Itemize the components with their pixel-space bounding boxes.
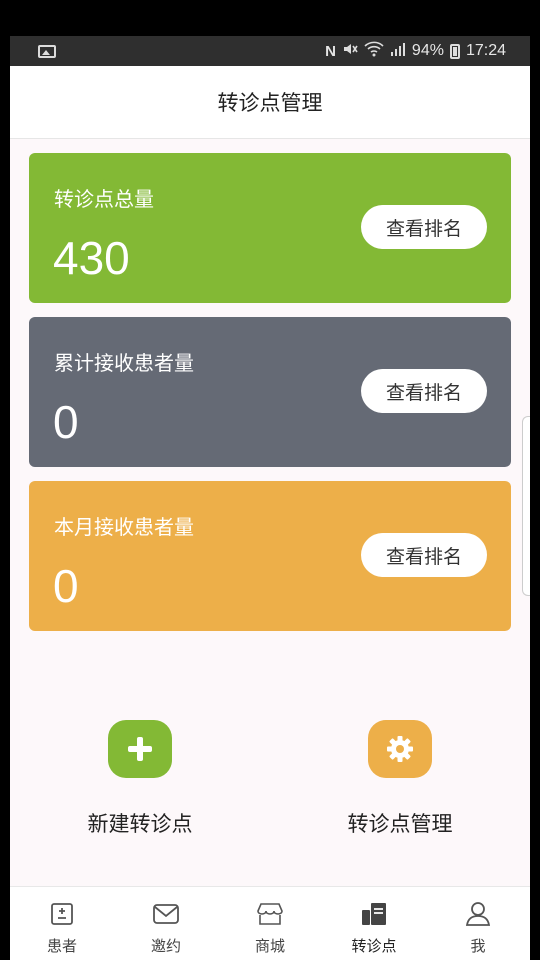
tab-label: 商城 (254, 937, 285, 955)
gear-icon (368, 720, 432, 778)
card-label: 本月接收患者量 (54, 515, 194, 539)
new-referral-point-button[interactable]: 新建转诊点 (40, 720, 240, 838)
manage-referral-points-button[interactable]: 转诊点管理 (300, 720, 500, 838)
card-label: 累计接收患者量 (54, 351, 194, 375)
battery-icon (449, 43, 460, 59)
card-label: 转诊点总量 (54, 187, 154, 211)
edge-panel-handle[interactable] (522, 416, 530, 596)
referral-icon (359, 899, 389, 929)
tab-store[interactable]: 商城 (218, 887, 322, 960)
page-title: 转诊点管理 (217, 91, 323, 115)
tab-label: 转诊点 (351, 937, 397, 955)
card-value: 0 (53, 560, 79, 612)
mail-icon (151, 899, 181, 929)
card-monthly-patients: 本月接收患者量 0 查看排名 (29, 481, 511, 631)
signal-icon (390, 42, 406, 61)
tab-referral-points[interactable]: 转诊点 (322, 887, 426, 960)
view-ranking-button[interactable]: 查看排名 (361, 533, 487, 577)
patient-icon (47, 899, 77, 929)
clock-time: 17:24 (465, 42, 506, 59)
bottom-tab-bar: 患者 邀约 商城 转诊点 我 (10, 886, 530, 960)
action-label: 转诊点管理 (347, 812, 453, 836)
wifi-icon (364, 41, 384, 62)
gallery-notification-icon (38, 44, 56, 58)
tab-patients[interactable]: 患者 (10, 887, 114, 960)
user-icon (463, 899, 493, 929)
tab-me[interactable]: 我 (426, 887, 530, 960)
tab-label: 患者 (46, 937, 77, 955)
view-ranking-button[interactable]: 查看排名 (361, 369, 487, 413)
plus-icon (108, 720, 172, 778)
card-total-points: 转诊点总量 430 查看排名 (29, 153, 511, 303)
action-label: 新建转诊点 (87, 812, 193, 836)
card-total-patients: 累计接收患者量 0 查看排名 (29, 317, 511, 467)
card-value: 0 (53, 396, 79, 448)
tab-label: 邀约 (150, 937, 181, 955)
store-icon (255, 899, 285, 929)
battery-percent: 94% (411, 42, 444, 59)
card-value: 430 (53, 232, 130, 284)
mute-icon (342, 41, 358, 62)
screen-top-bezel (0, 0, 540, 36)
tab-invite[interactable]: 邀约 (114, 887, 218, 960)
app-screen: 转诊点管理 转诊点总量 430 查看排名 累计接收患者量 0 查看排名 本月接收… (10, 66, 530, 960)
status-bar: N 94% 17:24 (10, 36, 530, 66)
page-header: 转诊点管理 (10, 66, 530, 139)
tab-label: 我 (470, 937, 486, 955)
view-ranking-button[interactable]: 查看排名 (361, 205, 487, 249)
nfc-icon: N (325, 42, 336, 60)
